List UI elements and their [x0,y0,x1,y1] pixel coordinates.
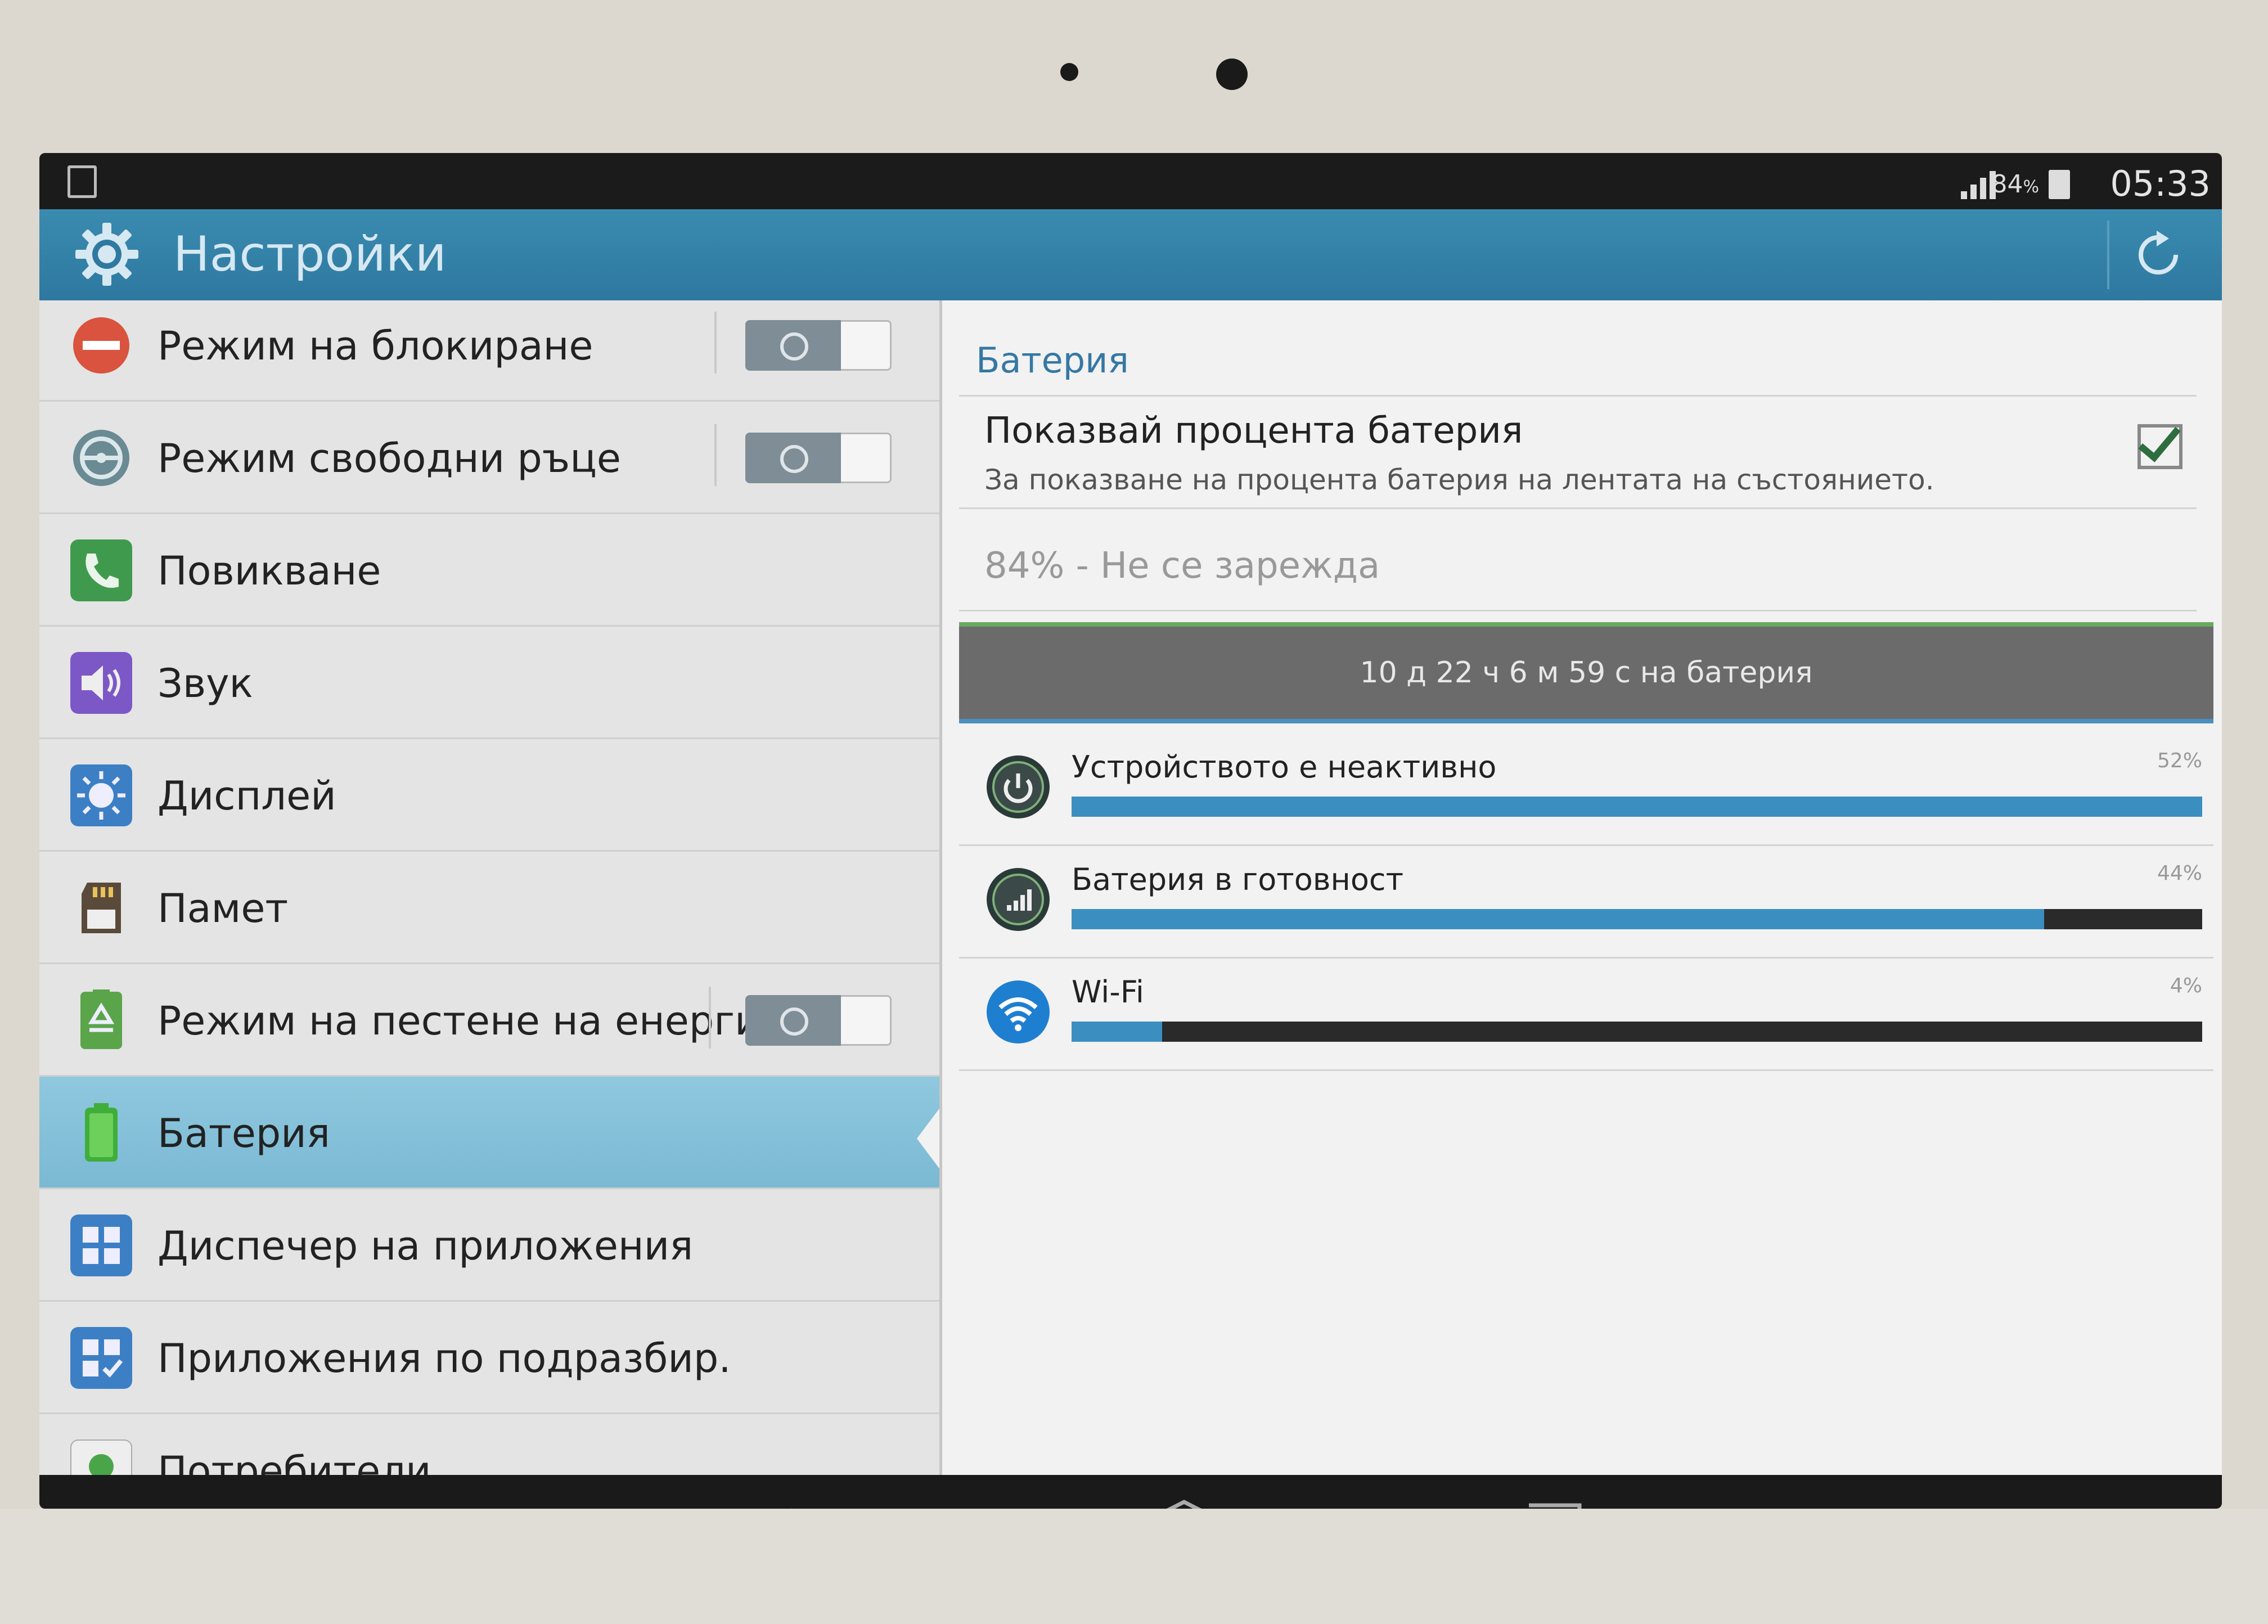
battery-icon [85,1103,118,1162]
usage-row-device-idle[interactable]: Устройството е неактивно 52% [959,734,2213,846]
brightness-icon [70,764,132,826]
settings-list: Режим на блокиране Режим свободни ръце П… [39,300,939,1509]
action-bar: Настройки [39,209,2222,300]
settings-item-blocking-mode[interactable]: Режим на блокиране [39,289,939,402]
settings-item-display[interactable]: Дисплей [39,739,939,852]
blocking-mode-toggle[interactable] [745,320,892,371]
phone-icon [70,539,132,601]
grid-icon [70,1214,132,1276]
home-icon[interactable] [1148,1497,1221,1509]
hands-free-toggle[interactable] [745,433,892,483]
usage-row-cell-standby[interactable]: Батерия в готовност 44% [959,846,2213,959]
power-icon [987,755,1050,818]
usage-bar [1072,797,2202,817]
signal-icon [1961,165,1996,199]
settings-item-hands-free[interactable]: Режим свободни ръце [39,402,939,514]
battery-status-text: 84% - Не се зарежда [984,545,1380,587]
sd-card-icon [82,883,121,933]
camera-sensor [1216,59,1248,90]
clock: 05:33 [2110,163,2211,204]
battery-detail-pane: Батерия Показвай процента батерия За пок… [939,300,2222,1509]
device-bezel [0,1509,2268,1624]
settings-item-battery[interactable]: Батерия [39,1077,939,1189]
usage-bar [1072,909,2202,929]
steering-wheel-icon [73,430,129,486]
cell-signal-icon [987,868,1050,931]
status-bar: 84% 05:33 [39,153,2222,209]
settings-item-default-apps[interactable]: Приложения по подразбир. [39,1302,939,1414]
block-icon [73,317,129,374]
settings-item-app-manager[interactable]: Диспечер на приложения [39,1189,939,1302]
settings-item-call[interactable]: Повикване [39,514,939,627]
grid-check-icon [70,1327,132,1389]
settings-item-storage[interactable]: Памет [39,852,939,964]
show-percent-subtitle: За показване на процента батерия на лент… [984,464,1934,496]
battery-status-icon [2049,170,2070,199]
section-title: Батерия [976,340,1129,381]
selection-pointer [917,1105,942,1172]
action-divider [2107,221,2109,289]
settings-item-sound[interactable]: Звук [39,627,939,739]
gear-icon[interactable] [73,221,141,288]
notification-icon [68,165,97,198]
show-percent-checkbox[interactable] [2138,424,2182,469]
recent-apps-icon[interactable] [1513,1497,1586,1509]
refresh-icon[interactable] [2134,231,2182,279]
usage-row-wifi[interactable]: Wi-Fi 4% [959,959,2213,1071]
settings-item-power-saving[interactable]: Режим на пестене на енергия [39,964,939,1077]
usage-bar [1072,1022,2202,1042]
speaker-icon [70,652,132,714]
back-icon[interactable] [771,1497,844,1509]
front-camera [1060,63,1078,81]
navigation-bar [39,1475,2222,1509]
show-percent-row[interactable]: Показвай процента батерия За показване н… [942,396,2222,509]
wifi-icon [987,980,1050,1043]
show-percent-title: Показвай процента батерия [984,410,1523,452]
battery-graph[interactable]: 10 д 22 ч 6 м 59 с на батерия [959,622,2213,723]
tablet-screen: 84% 05:33 Настройки Режим на блокиране Р… [39,153,2222,1509]
recycle-icon [80,989,122,1049]
page-title: Настройки [173,226,447,282]
battery-percent: 84% [1991,170,2039,199]
battery-time-label: 10 д 22 ч 6 м 59 с на батерия [1360,656,1813,690]
power-saving-toggle[interactable] [745,995,892,1046]
